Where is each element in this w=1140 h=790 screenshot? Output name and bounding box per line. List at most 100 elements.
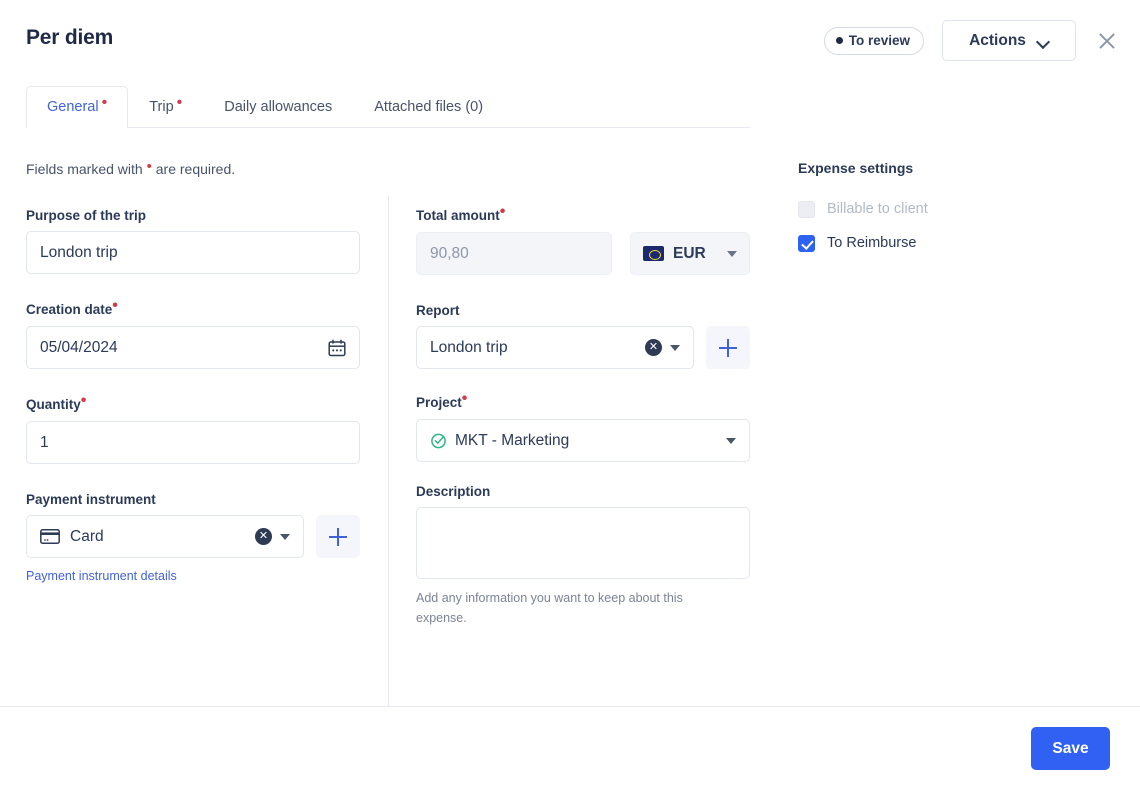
required-dot-icon: • xyxy=(499,203,506,220)
project-label: Project• xyxy=(416,391,750,411)
tab-general-label: General xyxy=(47,99,99,115)
required-dot-icon: • xyxy=(80,392,87,409)
checkbox-row-billable-to-client[interactable]: Billable to client xyxy=(798,194,1118,224)
required-dot-icon: • xyxy=(461,390,468,407)
tab-attached-files-label: Attached files (0) xyxy=(374,99,484,115)
add-payment-instrument-button[interactable] xyxy=(316,515,360,558)
status-badge[interactable]: To review xyxy=(823,26,924,55)
required-dot-icon: • xyxy=(101,94,108,111)
required-dot-icon: • xyxy=(176,94,183,111)
dialog-body: Fields marked with • are required. Purpo… xyxy=(0,128,1140,706)
to-reimburse-checkbox xyxy=(798,234,815,252)
actions-button[interactable]: Actions xyxy=(942,20,1076,61)
payment-instrument-value: Card xyxy=(70,527,104,545)
report-value: London trip xyxy=(430,338,508,356)
add-report-button[interactable] xyxy=(706,326,750,369)
required-dot-icon: • xyxy=(112,297,118,314)
total-amount-row: 90,80 EUR xyxy=(416,232,750,275)
field-description: Description Add any information you want… xyxy=(416,484,750,628)
chevron-down-icon xyxy=(1038,37,1049,44)
purpose-label: Purpose of the trip xyxy=(26,208,147,223)
tab-trip[interactable]: Trip • xyxy=(128,86,203,127)
checkbox-row-to-reimburse[interactable]: To Reimburse xyxy=(798,228,1118,258)
field-report: Report London trip ✕ xyxy=(416,303,750,369)
dialog-footer: Save xyxy=(0,707,1140,790)
dialog-header: Per diem To review Actions xyxy=(0,0,1140,78)
project-value: MKT - Marketing xyxy=(455,431,570,449)
payment-instrument-details-link[interactable]: Payment instrument details xyxy=(26,569,177,583)
page-title: Per diem xyxy=(26,26,114,49)
field-payment-instrument: Payment instrument Card ✕ Payment instru… xyxy=(26,492,360,585)
field-creation-date: Creation date• 05/04/2024 xyxy=(26,298,360,369)
description-helper-text: Add any information you want to keep abo… xyxy=(416,591,683,625)
tab-bar: General • Trip • Daily allowances Attach… xyxy=(26,86,750,128)
quantity-label-text: Quantity xyxy=(26,397,81,412)
chevron-down-icon[interactable] xyxy=(280,533,290,540)
field-quantity: Quantity• 1 xyxy=(26,393,360,464)
project-label-text: Project xyxy=(416,395,462,410)
purpose-value: London trip xyxy=(40,243,118,261)
creation-date-input[interactable]: 05/04/2024 xyxy=(26,326,360,369)
total-amount-label-text: Total amount xyxy=(416,208,500,223)
clear-icon[interactable]: ✕ xyxy=(645,339,662,356)
quantity-label: Quantity• xyxy=(26,393,360,413)
report-select[interactable]: London trip ✕ xyxy=(416,326,694,369)
quantity-value: 1 xyxy=(40,433,49,451)
actions-button-label: Actions xyxy=(969,31,1026,49)
eu-flag-icon xyxy=(643,246,664,261)
payment-instrument-label: Payment instrument xyxy=(26,492,156,507)
expense-settings-panel: Expense settings Billable to client To R… xyxy=(798,160,1118,262)
calendar-icon[interactable] xyxy=(328,338,346,357)
tab-general[interactable]: General • xyxy=(26,86,129,128)
total-amount-input[interactable]: 90,80 xyxy=(416,232,612,275)
clear-icon[interactable]: ✕ xyxy=(255,528,272,545)
per-diem-expense-dialog: Per diem To review Actions General • Tri… xyxy=(0,0,1140,790)
creation-date-label-text: Creation date xyxy=(26,302,113,317)
tab-daily-allowances-label: Daily allowances xyxy=(224,99,333,115)
form-column-left: Purpose of the trip London trip Creation… xyxy=(26,208,360,585)
chevron-down-icon[interactable] xyxy=(727,250,737,257)
billable-to-client-label: Billable to client xyxy=(827,201,928,217)
billable-to-client-checkbox xyxy=(798,200,815,218)
quantity-input[interactable]: 1 xyxy=(26,421,360,464)
required-dot-icon: • xyxy=(146,158,152,175)
column-divider xyxy=(388,195,389,706)
project-select[interactable]: MKT - Marketing xyxy=(416,419,750,462)
to-reimburse-label: To Reimburse xyxy=(827,235,917,251)
status-dot-icon xyxy=(835,37,843,44)
payment-instrument-row: Card ✕ xyxy=(26,515,360,558)
required-note-prefix: Fields marked with xyxy=(26,161,143,177)
currency-value: EUR xyxy=(673,244,706,262)
required-fields-note: Fields marked with • are required. xyxy=(26,158,236,177)
creation-date-value: 05/04/2024 xyxy=(40,338,118,356)
chevron-down-icon[interactable] xyxy=(726,437,736,444)
chevron-down-icon[interactable] xyxy=(670,344,680,351)
total-amount-label: Total amount• xyxy=(416,204,750,224)
description-textarea[interactable] xyxy=(416,507,750,579)
currency-select[interactable]: EUR xyxy=(630,232,750,275)
check-circle-icon xyxy=(430,432,447,449)
report-label: Report xyxy=(416,303,460,318)
report-row: London trip ✕ xyxy=(416,326,750,369)
form-column-middle: Total amount• 90,80 EUR Report London tr… xyxy=(416,204,750,628)
creation-date-label: Creation date• xyxy=(26,298,360,318)
purpose-input[interactable]: London trip xyxy=(26,231,360,274)
payment-instrument-select[interactable]: Card ✕ xyxy=(26,515,304,558)
credit-card-icon xyxy=(40,529,60,544)
tab-attached-files[interactable]: Attached files (0) xyxy=(353,86,504,127)
header-actions: To review Actions xyxy=(823,20,1120,61)
field-purpose-of-trip: Purpose of the trip London trip xyxy=(26,208,360,274)
tab-daily-allowances[interactable]: Daily allowances xyxy=(203,86,353,127)
tab-trip-label: Trip xyxy=(149,99,174,115)
description-label: Description xyxy=(416,484,491,499)
close-icon[interactable] xyxy=(1094,28,1120,54)
required-note-suffix: are required. xyxy=(155,161,236,177)
status-badge-label: To review xyxy=(848,33,910,48)
save-button[interactable]: Save xyxy=(1031,727,1110,770)
field-total-amount: Total amount• 90,80 EUR xyxy=(416,204,750,275)
